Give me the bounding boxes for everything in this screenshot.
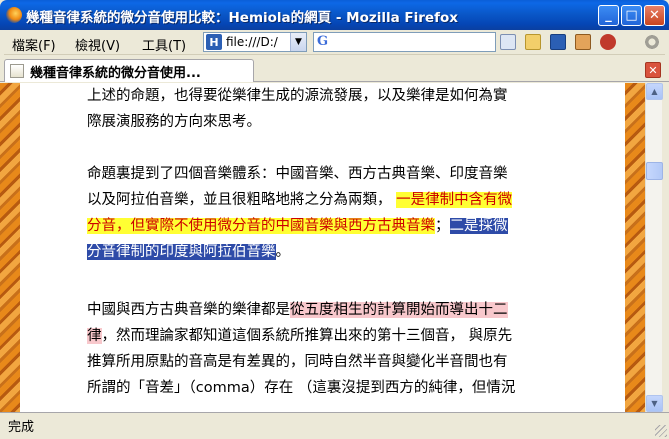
highlight-category-2-end: 分音律制的印度與阿拉伯音樂 — [87, 244, 276, 260]
status-bar: 完成 — [0, 412, 669, 439]
tab-label: 幾種音律系統的微分音使用... — [30, 65, 201, 81]
resize-grip-icon[interactable] — [655, 425, 667, 437]
p2-line-4: 分音律制的印度與阿拉伯音樂。 — [87, 239, 562, 265]
article: 上述的命題，也得要從樂律生成的源流發展，以及樂律是如何為實 際展演服務的方向來思… — [20, 83, 625, 412]
tab-close-button[interactable]: ✕ — [645, 62, 661, 78]
maximize-button[interactable]: □ — [621, 5, 642, 26]
highlight-category-2-start: 二是採微 — [449, 218, 508, 234]
p3-line-3: 推算所用原點的音高是有差異的，同時自然半音與變化半音間也有 — [87, 354, 508, 370]
close-button[interactable]: ✕ — [644, 5, 665, 26]
p2-line-2: 以及阿拉伯音樂，並且很粗略地將之分為兩類， 一是律制中含有微 — [87, 187, 562, 213]
status-text: 完成 — [8, 420, 35, 435]
tab-active[interactable]: 幾種音律系統的微分音使用... — [4, 59, 254, 82]
highlight-category-1-start: 一是律制中含有微 — [396, 192, 513, 208]
right-border-decoration — [625, 83, 645, 412]
search-input[interactable]: G — [313, 32, 496, 52]
highlight-fifths-end: 律 — [87, 328, 102, 344]
p3-line-1-text: 中國與西方古典音樂的樂律都是 — [87, 302, 290, 318]
separator: ； — [435, 218, 450, 234]
google-search-icon[interactable]: G — [317, 34, 328, 49]
p3-line-1: 中國與西方古典音樂的樂律都是從五度相生的計算開始而導出十二 — [87, 297, 562, 323]
address-bar[interactable]: H file:///D:/ ▼ — [203, 32, 307, 52]
left-border-decoration — [0, 83, 20, 412]
vertical-scrollbar[interactable]: ▲ ▼ — [645, 83, 663, 412]
paragraph-3: 中國與西方古典音樂的樂律都是從五度相生的計算開始而導出十二 律，然而理論家都知道… — [87, 297, 562, 401]
address-dropdown-icon[interactable]: ▼ — [290, 33, 306, 51]
minimize-button[interactable]: _ — [598, 5, 619, 26]
title-bar: 幾種音律系統的微分音使用比較：Hemiola的網頁 - Mozilla Fire… — [0, 0, 669, 30]
image-icon[interactable] — [575, 34, 591, 50]
p3-line-2: 律，然而理論家都知道這個系統所推算出來的第十三個音， 與原先 — [87, 323, 562, 349]
page-content: 上述的命題，也得要從樂律生成的源流發展，以及樂律是如何為實 際展演服務的方向來思… — [0, 83, 645, 412]
p2-line-3: 分音，但實際不使用微分音的中國音樂與西方古典音樂；二是採微 — [87, 213, 562, 239]
p3-line-2-text: ，然而理論家都知道這個系統所推算出來的第十三個音， 與原先 — [101, 328, 513, 344]
tab-strip: 幾種音律系統的微分音使用... ✕ — [0, 56, 669, 82]
dragon-icon[interactable] — [600, 34, 616, 50]
hemiola-icon[interactable] — [550, 34, 566, 50]
window-title: 幾種音律系統的微分音使用比較：Hemiola的網頁 - Mozilla Fire… — [26, 10, 458, 26]
period: 。 — [275, 244, 291, 260]
p1-line-2: 際展演服務的方向來思考。 — [87, 114, 261, 130]
folder-icon[interactable] — [525, 34, 541, 50]
scroll-down-button[interactable]: ▼ — [646, 395, 663, 412]
p2-line-1: 命題裏提到了四個音樂體系：中國音樂、西方古典音樂、印度音樂 — [87, 166, 508, 182]
paragraph-2: 命題裏提到了四個音樂體系：中國音樂、西方古典音樂、印度音樂 以及阿拉伯音樂，並且… — [87, 161, 562, 265]
throbber-icon — [644, 34, 660, 50]
menu-file[interactable]: 檔案(F) — [12, 35, 56, 54]
scroll-up-button[interactable]: ▲ — [646, 83, 663, 100]
p2-line-2-text: 以及阿拉伯音樂，並且很粗略地將之分為兩類， — [87, 192, 392, 208]
address-input[interactable]: file:///D:/ — [226, 35, 288, 49]
bookmarks-icon[interactable] — [500, 34, 516, 50]
menu-toolbar: 檔案(F) 檢視(V) 工具(T) H file:///D:/ ▼ G — [4, 30, 665, 55]
p1-line-1: 上述的命題，也得要從樂律生成的源流發展，以及樂律是如何為實 — [87, 88, 508, 104]
menu-view[interactable]: 檢視(V) — [75, 35, 120, 54]
menu-tools[interactable]: 工具(T) — [142, 35, 186, 54]
page-icon — [10, 64, 24, 78]
scroll-thumb[interactable] — [646, 162, 663, 180]
firefox-icon — [6, 7, 22, 23]
highlight-category-1-end: 分音，但實際不使用微分音的中國音樂與西方古典音樂 — [87, 218, 435, 234]
highlight-fifths: 從五度相生的計算開始而導出十二 — [290, 302, 508, 318]
paragraph-1: 上述的命題，也得要從樂律生成的源流發展，以及樂律是如何為實 際展演服務的方向來思… — [87, 83, 562, 135]
site-icon: H — [206, 34, 222, 50]
p3-line-4: 所謂的「音差」（comma）存在 （這裏沒提到西方的純律，但情況 — [87, 380, 516, 396]
